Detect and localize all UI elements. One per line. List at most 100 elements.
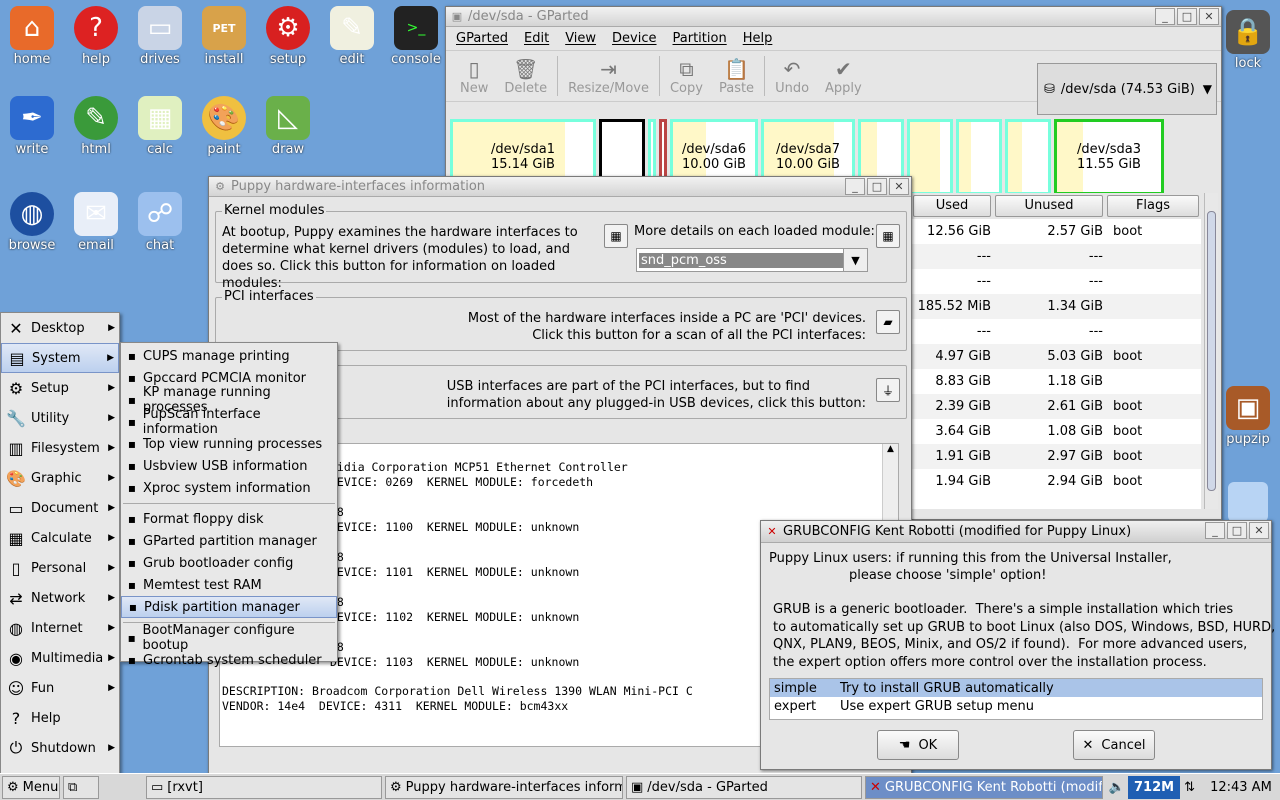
system-menu-item[interactable]: ▪ Memtest test RAM [121, 574, 337, 596]
option-simple[interactable]: simple Try to install GRUB automatically [770, 679, 1262, 697]
network-icon[interactable]: ⇅ [1184, 780, 1204, 795]
table-row[interactable]: --- --- [911, 244, 1201, 269]
table-row[interactable]: 2.39 GiB 2.61 GiB boot [911, 394, 1201, 419]
main-menu-item-document[interactable]: ▭ Document ▶ [1, 493, 119, 523]
system-menu-item[interactable]: ▪ Gcrontab system scheduler [121, 649, 337, 671]
partition-box[interactable] [1005, 119, 1051, 195]
partition-box[interactable] [907, 119, 953, 195]
device-selector[interactable]: ⛁ /dev/sda (74.53 GiB) ▼ [1037, 63, 1217, 115]
module-details-button[interactable]: ▦ [876, 224, 900, 248]
start-menu-button[interactable]: ⚙ Menu [2, 775, 60, 799]
desktop-icon-lock[interactable]: 🔒 lock [1216, 10, 1280, 71]
usb-button[interactable]: ⏚ [876, 378, 900, 402]
main-menu-item-desktop[interactable]: ✕ Desktop ▶ [1, 313, 119, 343]
system-menu-item[interactable]: ▪ Format floppy disk [121, 508, 337, 530]
main-menu-item-filesystem[interactable]: ▥ Filesystem ▶ [1, 433, 119, 463]
volume-icon[interactable]: 🔈 [1106, 780, 1128, 795]
main-menu-item-network[interactable]: ⇄ Network ▶ [1, 583, 119, 613]
system-menu-item[interactable]: ▪ Pdisk partition manager [121, 596, 337, 618]
maximize-button[interactable]: □ [1227, 522, 1247, 539]
main-menu-item-multimedia[interactable]: ◉ Multimedia ▶ [1, 643, 119, 673]
maximize-button[interactable]: □ [1177, 8, 1197, 25]
task-rxvt[interactable]: ▭ [rxvt] [146, 775, 382, 799]
desktop-icon-paint[interactable]: 🎨 paint [192, 96, 256, 157]
apply-button[interactable]: ✔ Apply [817, 57, 870, 96]
table-row[interactable]: 8.83 GiB 1.18 GiB [911, 369, 1201, 394]
menu-edit[interactable]: Edit [524, 31, 549, 46]
new-button[interactable]: ▯ New [452, 57, 496, 96]
desktop-icon-home[interactable]: ⌂ home [0, 6, 64, 67]
task-hw-info[interactable]: ⚙Puppy hardware-interfaces informatio [385, 775, 623, 799]
main-menu-item-fun[interactable]: ☺ Fun ▶ [1, 673, 119, 703]
table-row[interactable]: 1.91 GiB 2.97 GiB boot [911, 444, 1201, 469]
menu-gparted[interactable]: GParted [456, 31, 508, 46]
main-menu-item-graphic[interactable]: 🎨 Graphic ▶ [1, 463, 119, 493]
maximize-button[interactable]: □ [867, 178, 887, 195]
trash-icon[interactable] [1228, 482, 1268, 522]
desktop-icon-edit[interactable]: ✎ edit [320, 6, 384, 67]
grub-titlebar[interactable]: ✕ GRUBCONFIG Kent Robotti (modified for … [761, 521, 1271, 543]
system-menu-item[interactable]: ▪ Top view running processes [121, 433, 337, 455]
system-menu-item[interactable]: ▪ GParted partition manager [121, 530, 337, 552]
option-expert[interactable]: expert Use expert GRUB setup menu [770, 697, 1262, 715]
desktop-icon-pupzip[interactable]: ▣ pupzip [1216, 386, 1280, 447]
desktop-icon-help[interactable]: ? help [64, 6, 128, 67]
table-row[interactable]: 1.94 GiB 2.94 GiB boot [911, 469, 1201, 494]
minimize-button[interactable]: _ [1205, 522, 1225, 539]
desktop-icon-chat[interactable]: ☍ chat [128, 192, 192, 253]
desktop-icon-setup[interactable]: ⚙ setup [256, 6, 320, 67]
module-combo[interactable]: snd_pcm_oss ▼ [636, 248, 868, 272]
resize-move-button[interactable]: ⇥ Resize/Move [560, 57, 657, 96]
system-menu-item[interactable]: ▪ CUPS manage printing [121, 345, 337, 367]
task-grubconfig[interactable]: ✕ GRUBCONFIG Kent Robotti (modifie [865, 775, 1103, 799]
column-unused[interactable]: Unused [995, 195, 1103, 217]
kernel-modules-button[interactable]: ▦ [604, 224, 628, 248]
table-scrollbar[interactable] [1204, 193, 1218, 509]
minimize-button[interactable]: _ [1155, 8, 1175, 25]
undo-button[interactable]: ↶ Undo [767, 57, 817, 96]
menu-device[interactable]: Device [612, 31, 656, 46]
menu-help[interactable]: Help [743, 31, 773, 46]
task-gparted[interactable]: ▣/dev/sda - GParted [626, 775, 862, 799]
main-menu-item-help[interactable]: ? Help [1, 703, 119, 733]
ok-button[interactable]: ☚ OK [877, 730, 959, 760]
column-flags[interactable]: Flags [1107, 195, 1199, 217]
delete-button[interactable]: 🗑 Delete [496, 57, 555, 96]
paste-button[interactable]: 📋 Paste [711, 57, 762, 96]
desktop-icon-calc[interactable]: ▦ calc [128, 96, 192, 157]
column-used[interactable]: Used [913, 195, 991, 217]
close-button[interactable]: ✕ [1249, 522, 1269, 539]
menu-partition[interactable]: Partition [673, 31, 727, 46]
table-row[interactable]: 3.64 GiB 1.08 GiB boot [911, 419, 1201, 444]
partition-box[interactable]: /dev/sda3 11.55 GiB [1054, 119, 1164, 195]
system-menu-item[interactable]: ▪ PupScan interface information [121, 407, 337, 437]
main-menu-item-internet[interactable]: ◍ Internet ▶ [1, 613, 119, 643]
system-menu-item[interactable]: ▪ Grub bootloader config [121, 552, 337, 574]
table-row[interactable]: 4.97 GiB 5.03 GiB boot [911, 344, 1201, 369]
system-menu-item[interactable]: ▪ Xproc system information [121, 477, 337, 499]
desktop-icon-drives[interactable]: ▭ drives [128, 6, 192, 67]
menu-view[interactable]: View [565, 31, 596, 46]
pci-scan-button[interactable]: ▰ [876, 310, 900, 334]
main-menu-item-setup[interactable]: ⚙ Setup ▶ [1, 373, 119, 403]
minimize-button[interactable]: _ [845, 178, 865, 195]
main-menu-item-calculate[interactable]: ▦ Calculate ▶ [1, 523, 119, 553]
desktop-icon-console[interactable]: >_ console [384, 6, 448, 67]
close-button[interactable]: ✕ [889, 178, 909, 195]
scroll-up-icon[interactable]: ▲ [883, 444, 898, 458]
main-menu-item-shutdown[interactable]: ⏻ Shutdown ▶ [1, 733, 119, 763]
close-button[interactable]: ✕ [1199, 8, 1219, 25]
scroll-thumb[interactable] [1207, 211, 1216, 491]
partition-box[interactable] [956, 119, 1002, 195]
system-menu-item[interactable]: ▪ BootManager configure bootup [121, 623, 337, 653]
main-menu-item-personal[interactable]: ▯ Personal ▶ [1, 553, 119, 583]
show-desktop-button[interactable]: ⧉ [63, 775, 99, 799]
main-menu-item-utility[interactable]: 🔧 Utility ▶ [1, 403, 119, 433]
table-row[interactable]: --- --- [911, 319, 1201, 344]
main-menu-item-system[interactable]: ▤ System ▶ [1, 343, 119, 373]
table-row[interactable]: 12.56 GiB 2.57 GiB boot [911, 219, 1201, 244]
copy-button[interactable]: ⧉ Copy [662, 57, 711, 96]
table-row[interactable]: --- --- [911, 269, 1201, 294]
desktop-icon-draw[interactable]: ◺ draw [256, 96, 320, 157]
desktop-icon-install[interactable]: PET install [192, 6, 256, 67]
